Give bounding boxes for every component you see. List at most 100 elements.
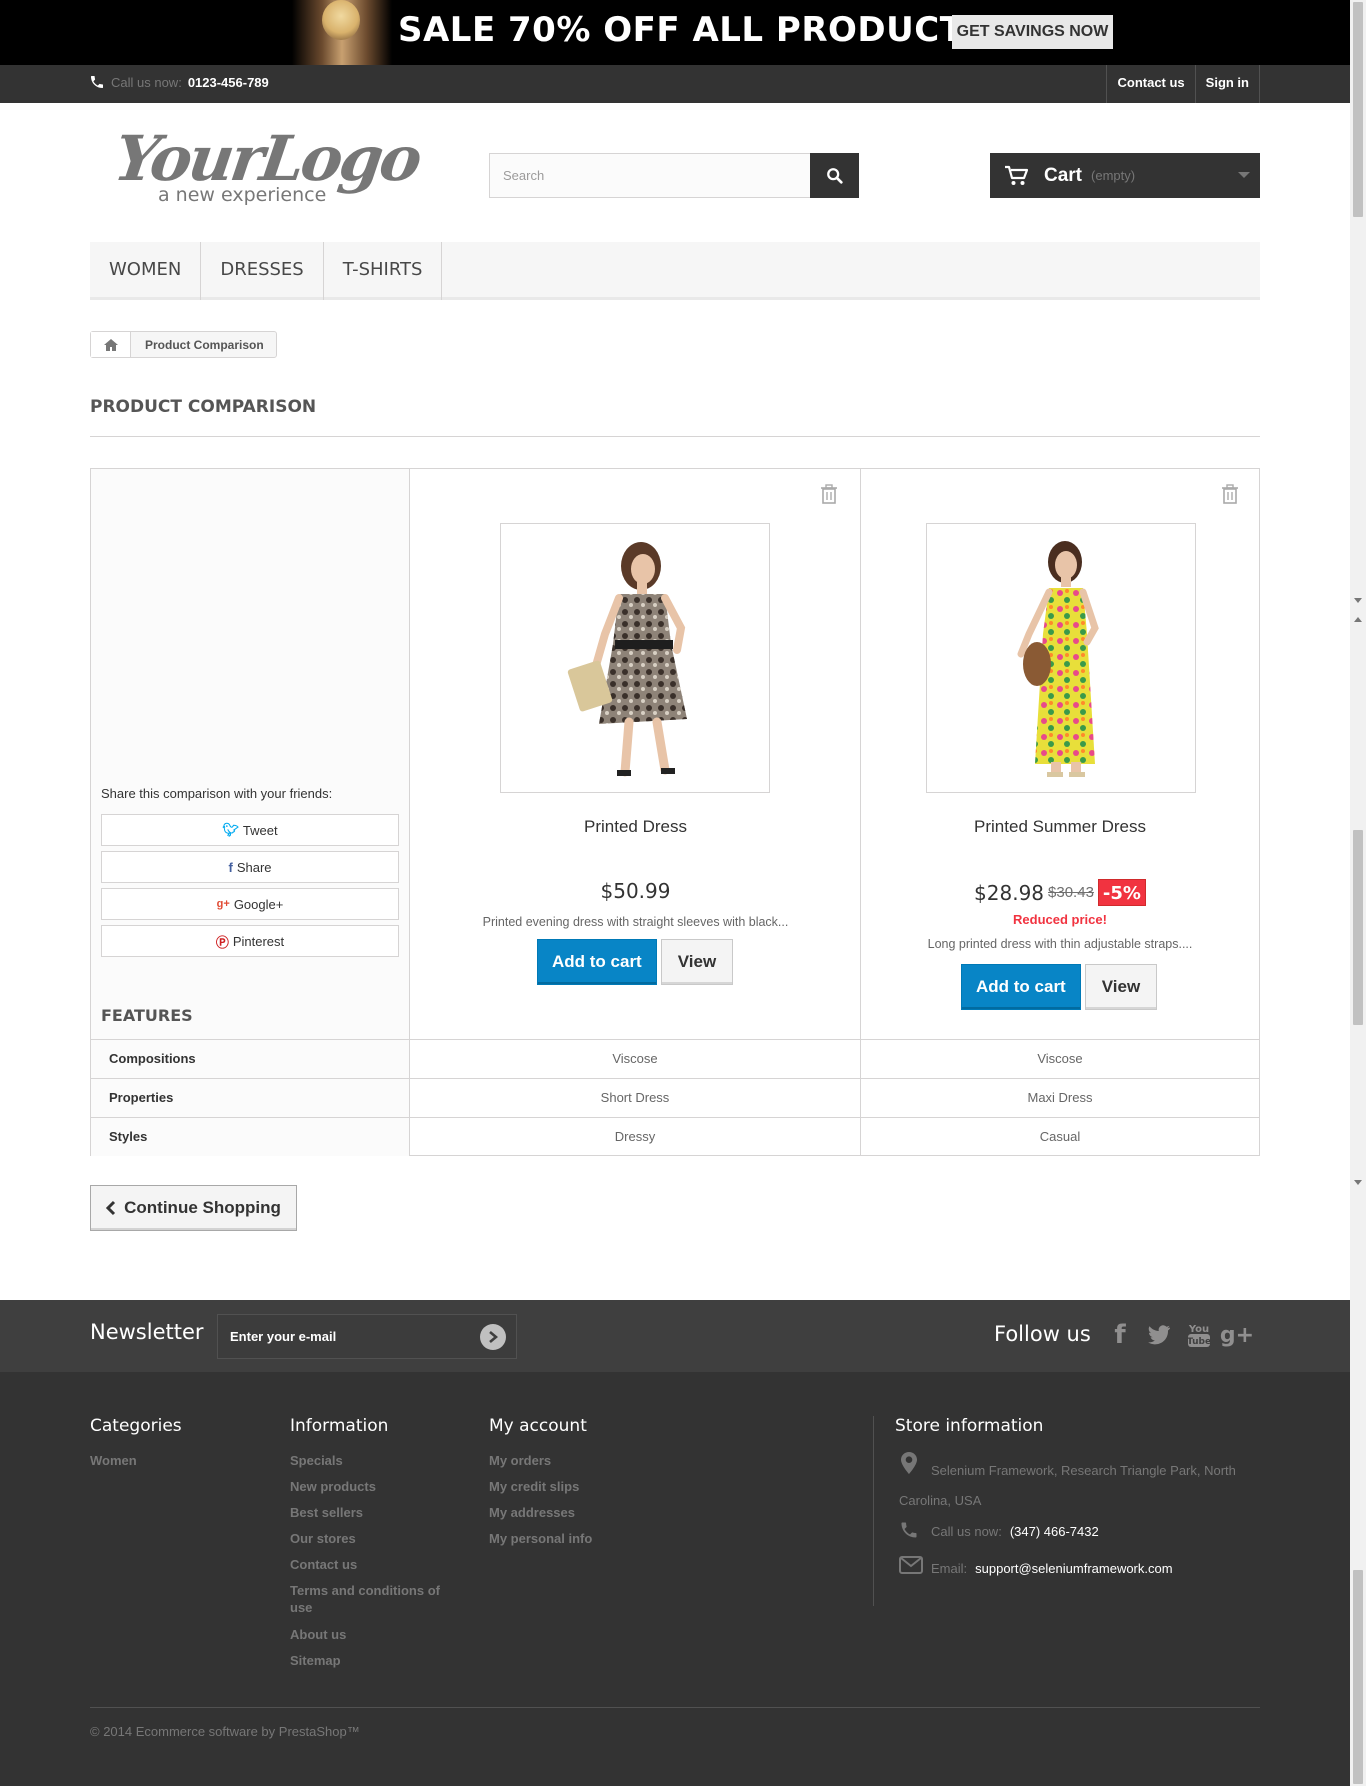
contact-us-link[interactable]: Contact us	[1106, 65, 1194, 103]
facebook-label: Share	[236, 859, 272, 875]
footer-link[interactable]: About us	[290, 1626, 346, 1643]
product-image[interactable]	[926, 523, 1196, 793]
footer-store-title: Store information	[895, 1416, 1044, 1436]
store-email-label: Email:	[931, 1561, 968, 1576]
menu-item-tshirts[interactable]: T-SHIRTS	[324, 242, 443, 300]
product-old-price: $30.43	[1048, 884, 1094, 901]
scrollbar-thumb[interactable]	[1353, 1570, 1363, 1784]
breadcrumb-home[interactable]	[91, 332, 131, 357]
footer-link[interactable]: Sitemap	[290, 1652, 341, 1669]
store-phone-number: (347) 466-7432	[1009, 1524, 1099, 1539]
product-name[interactable]: Printed Dress	[410, 817, 861, 837]
logo-tagline: a new experience	[158, 184, 327, 206]
store-address: Selenium Framework, Research Triangle Pa…	[899, 1463, 1236, 1508]
footer-link[interactable]: Terms and conditions of use	[290, 1582, 455, 1616]
chevron-down-icon	[1238, 172, 1250, 178]
footer-link[interactable]: My addresses	[489, 1504, 575, 1521]
youtube-icon[interactable]: You Tube	[1184, 1320, 1214, 1350]
banner-model-image	[292, 0, 392, 65]
pinterest-button[interactable]: Ⓟ Pinterest	[101, 925, 399, 957]
feature-value: Casual	[1039, 1129, 1081, 1144]
google-plus-button[interactable]: g+ Google+	[101, 888, 399, 920]
product-name[interactable]: Printed Summer Dress	[861, 817, 1259, 837]
store-email-address[interactable]: support@seleniumframework.com	[975, 1561, 1172, 1576]
product-actions: Add to cart View	[537, 939, 734, 985]
features-title: FEATURES	[101, 1006, 193, 1025]
facebook-icon[interactable]: f	[1105, 1320, 1135, 1350]
comparison-left-column: Share this comparison with your friends:…	[91, 469, 410, 1039]
scroll-down-arrow-icon[interactable]	[1354, 598, 1362, 603]
product-column: Printed Dress $50.99 Printed evening dre…	[410, 469, 861, 1039]
continue-shopping-button[interactable]: Continue Shopping	[90, 1185, 297, 1231]
footer-link[interactable]: New products	[290, 1478, 376, 1495]
product-image[interactable]	[500, 523, 770, 793]
add-to-cart-button[interactable]: Add to cart	[537, 939, 657, 985]
footer-link[interactable]: Our stores	[290, 1530, 356, 1547]
tweet-label: Tweet	[242, 822, 278, 838]
cart-status: (empty)	[1091, 168, 1136, 183]
view-product-button[interactable]: View	[660, 939, 734, 985]
cart-icon	[1005, 165, 1028, 185]
footer-link[interactable]: Contact us	[290, 1556, 357, 1573]
google-plus-icon[interactable]: g+	[1220, 1320, 1254, 1350]
continue-shopping-label: Continue Shopping	[124, 1198, 281, 1217]
banner-sale-text: SALE 70% OFF ALL PRODUCTS	[398, 10, 989, 50]
footer-link[interactable]: My credit slips	[489, 1478, 579, 1495]
feature-name: Properties	[91, 1079, 410, 1117]
get-savings-button[interactable]: GET SAVINGS NOW	[952, 15, 1113, 49]
cart-label: Cart	[1044, 164, 1083, 186]
scrollbar-thumb[interactable]	[1353, 830, 1363, 1025]
facebook-share-button[interactable]: f Share	[101, 851, 399, 883]
feature-value: Viscose	[410, 1040, 861, 1078]
main-menu: WOMEN DRESSES T-SHIRTS	[90, 242, 1260, 300]
phone-icon	[91, 76, 103, 88]
feature-row: Properties Short Dress Maxi Dress	[91, 1078, 1259, 1117]
newsletter-email-input[interactable]	[217, 1314, 517, 1359]
menu-item-dresses[interactable]: DRESSES	[201, 242, 324, 300]
copyright: © 2014 Ecommerce software by PrestaShop™	[90, 1724, 360, 1739]
footer-link[interactable]: My orders	[489, 1452, 551, 1469]
product-column: Printed Summer Dress $28.98 $30.43 -5% R…	[861, 469, 1259, 1039]
footer: Categories Women Information Specials Ne…	[0, 1372, 1350, 1786]
pinterest-icon: Ⓟ	[215, 934, 229, 950]
google-plus-icon: g+	[216, 898, 230, 910]
site-logo[interactable]: YourLogo a new experience	[110, 122, 424, 212]
trash-icon[interactable]	[1221, 484, 1239, 504]
reduced-price-label: Reduced price!	[1013, 912, 1107, 927]
newsletter-bar: Newsletter Follow us f You Tube g+	[0, 1300, 1350, 1372]
phone-number: 0123-456-789	[187, 74, 269, 90]
footer-information-title: Information	[290, 1416, 389, 1436]
cart-button[interactable]: Cart (empty)	[990, 153, 1260, 198]
twitter-icon[interactable]	[1144, 1320, 1174, 1350]
search-bar	[489, 153, 859, 198]
top-nav-bar: Call us now: 0123-456-789 Contact us Sig…	[0, 65, 1350, 103]
scroll-up-arrow-icon[interactable]	[1354, 617, 1362, 622]
footer-link[interactable]: Women	[90, 1452, 137, 1469]
trash-icon[interactable]	[820, 484, 838, 504]
store-email: Email: support@seleniumframework.com	[931, 1561, 1173, 1576]
scrollbar-thumb[interactable]	[1353, 2, 1363, 217]
share-label: Share this comparison with your friends:	[101, 786, 333, 801]
search-input[interactable]	[489, 153, 810, 198]
twitter-icon: 🐦︎	[222, 822, 239, 837]
scroll-down-arrow-icon[interactable]	[1354, 1180, 1362, 1185]
footer-categories-title: Categories	[90, 1416, 182, 1436]
add-to-cart-button[interactable]: Add to cart	[961, 964, 1081, 1010]
tweet-button[interactable]: 🐦︎ Tweet	[101, 814, 399, 846]
view-product-button[interactable]: View	[1084, 964, 1158, 1010]
footer-link[interactable]: My personal info	[489, 1530, 592, 1547]
envelope-icon	[899, 1556, 923, 1574]
search-button[interactable]	[810, 153, 859, 198]
breadcrumb: Product Comparison	[90, 331, 277, 358]
menu-item-women[interactable]: WOMEN	[90, 242, 202, 300]
home-icon	[103, 338, 118, 351]
scrollbar[interactable]	[1350, 0, 1366, 1786]
footer-link[interactable]: Specials	[290, 1452, 343, 1469]
phone-icon	[901, 1522, 917, 1538]
newsletter-submit-button[interactable]	[480, 1324, 506, 1350]
promo-banner[interactable]: SALE 70% OFF ALL PRODUCTS GET SAVINGS NO…	[0, 0, 1350, 65]
footer-link[interactable]: Best sellers	[290, 1504, 363, 1521]
product-actions: Add to cart View	[961, 964, 1158, 1010]
feature-value: Dressy	[410, 1118, 861, 1156]
sign-in-link[interactable]: Sign in	[1194, 65, 1260, 103]
